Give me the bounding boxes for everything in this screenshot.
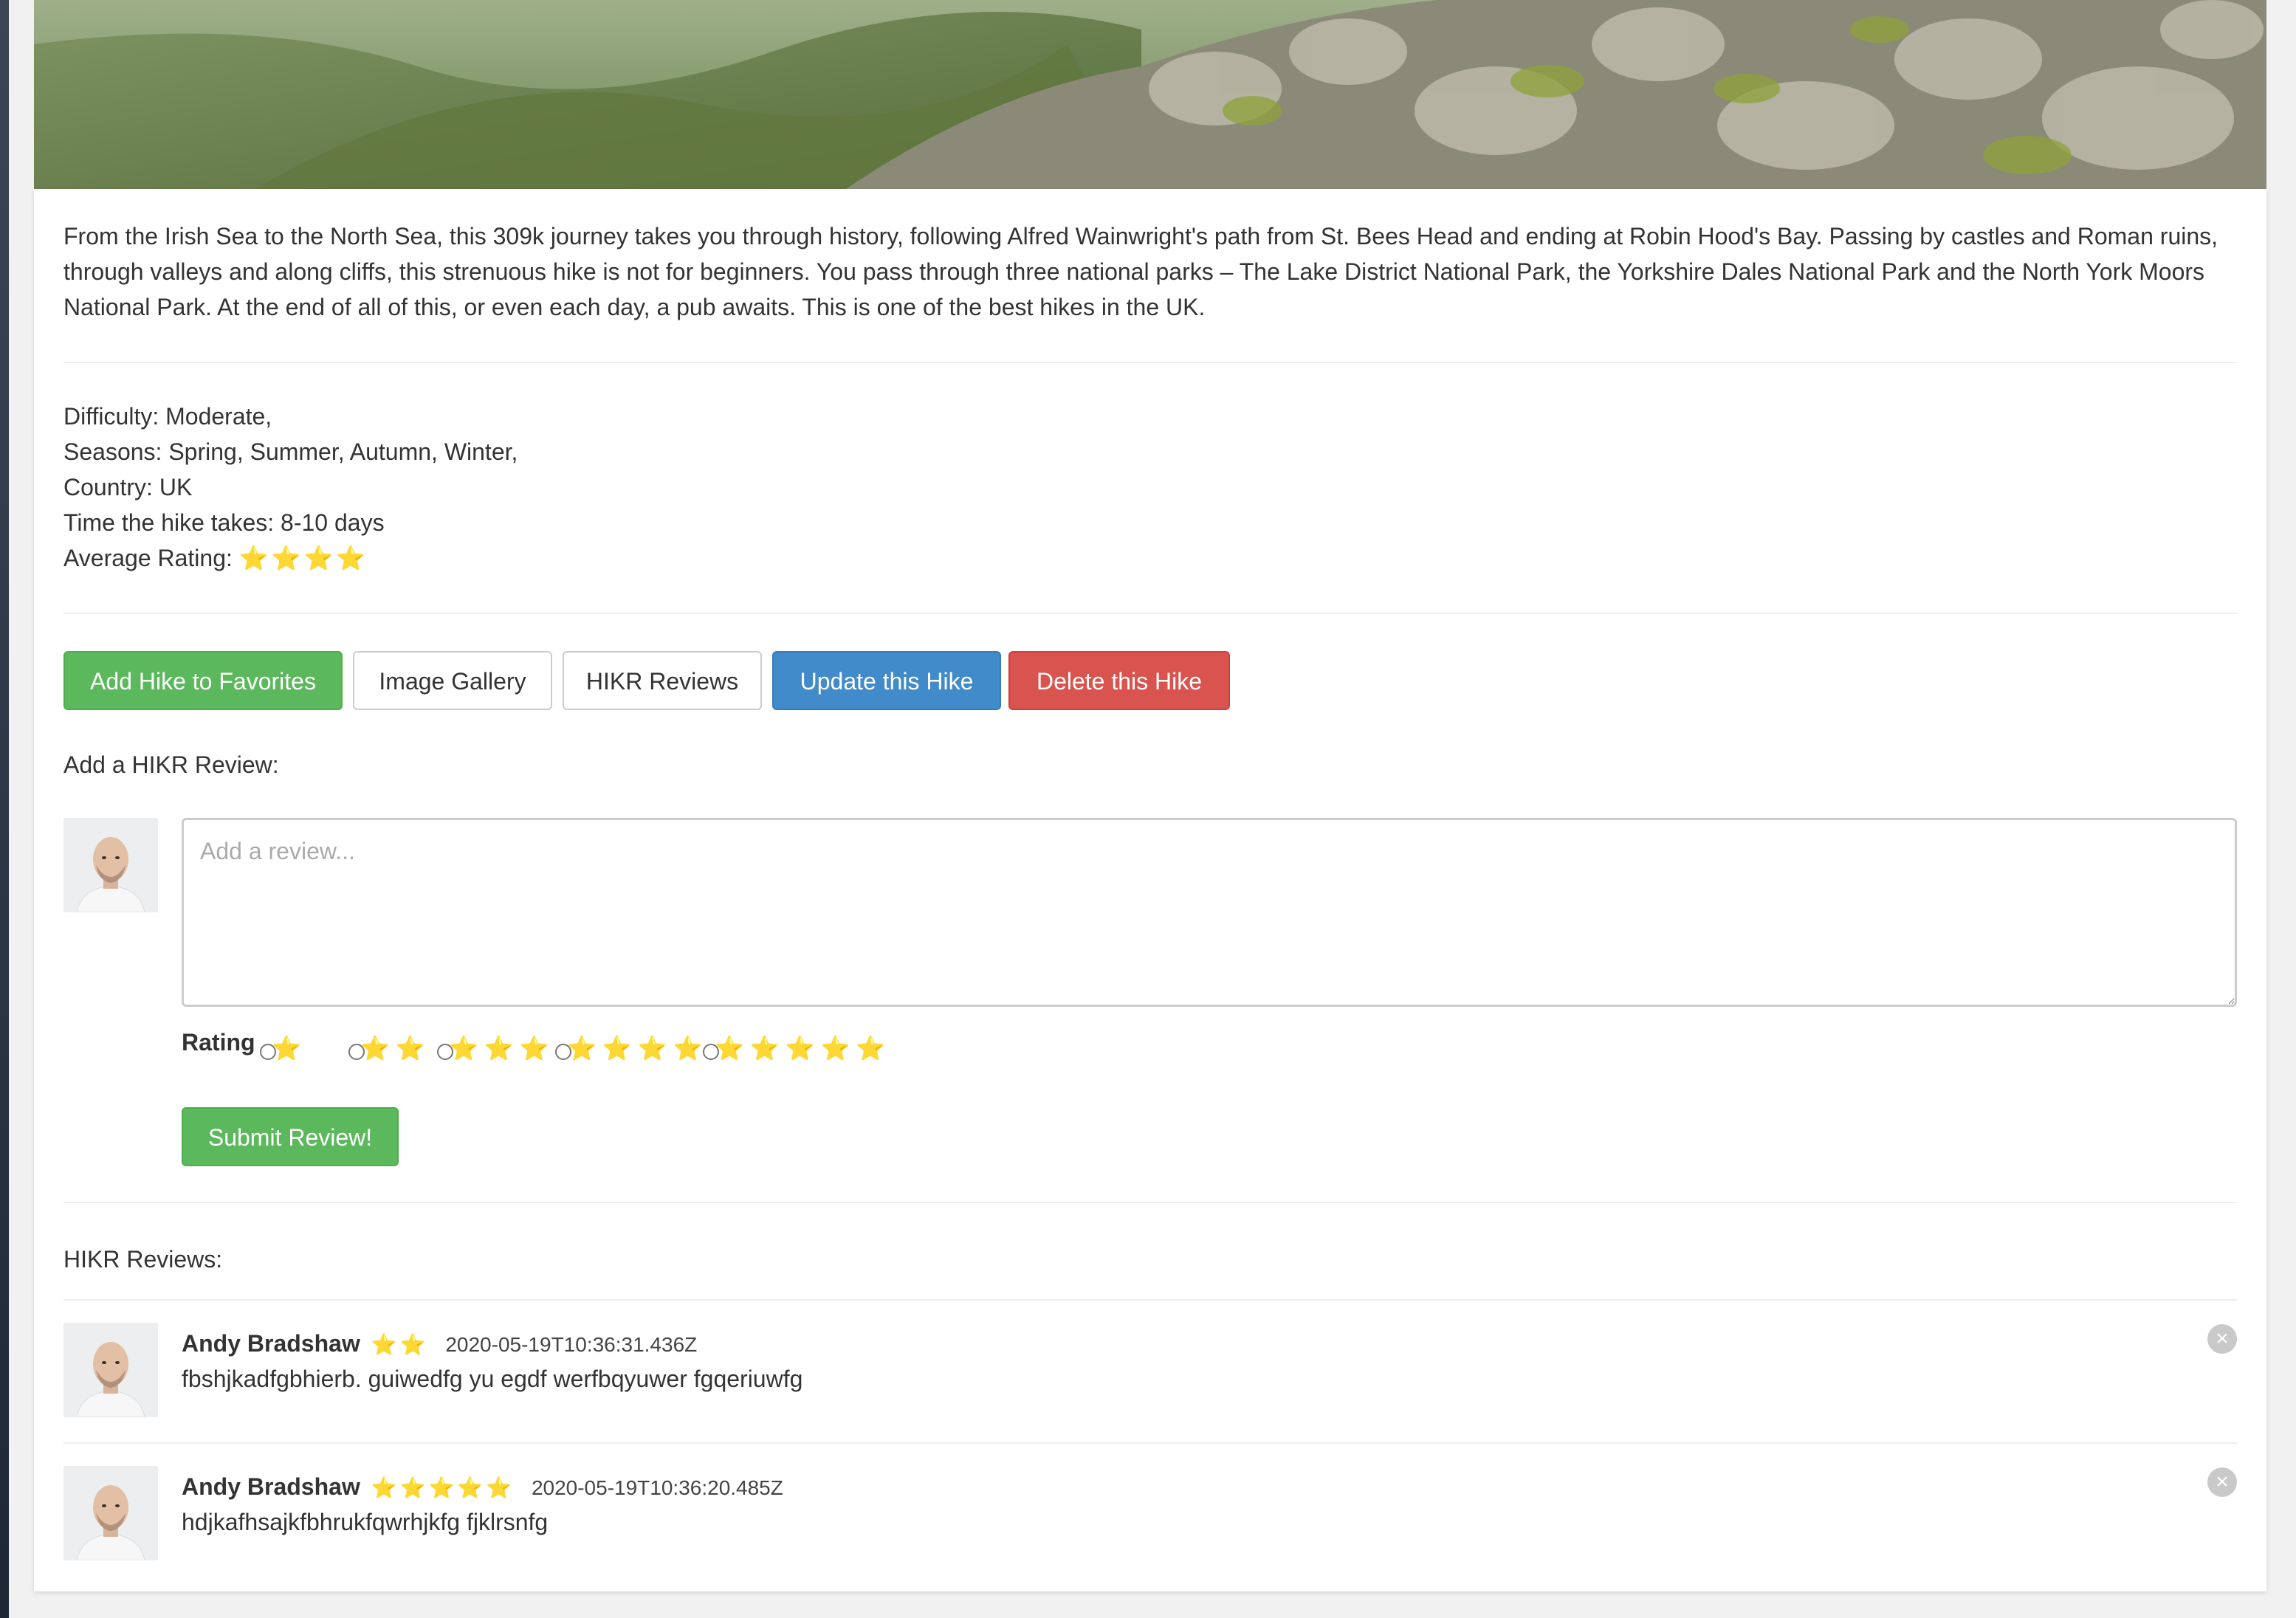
submit-review-button[interactable]: Submit Review! bbox=[182, 1107, 399, 1166]
review-textarea[interactable] bbox=[182, 818, 2237, 1007]
review-stars: ⭐⭐ bbox=[371, 1333, 429, 1356]
review-text: fbshjkadfgbhierb. guiwedfg yu egdf werfb… bbox=[182, 1366, 803, 1392]
avatar bbox=[63, 818, 158, 912]
rating-option-5-stars: ⭐⭐⭐⭐⭐ bbox=[715, 1035, 892, 1061]
review-author: Andy Bradshaw bbox=[182, 1473, 360, 1500]
average-rating-stars: ⭐⭐⭐⭐ bbox=[238, 545, 369, 571]
hike-details: Difficulty: Moderate, Seasons: Spring, S… bbox=[63, 399, 2237, 576]
add-to-favorites-button[interactable]: Add Hike to Favorites bbox=[63, 651, 343, 710]
review-header: Andy Bradshaw ⭐⭐⭐⭐⭐ 2020-05-19T10:36:20.… bbox=[182, 1472, 783, 1503]
rating-option-2-stars: ⭐⭐ bbox=[360, 1035, 431, 1061]
rating-option-4-stars: ⭐⭐⭐⭐ bbox=[567, 1035, 709, 1061]
rating-option-3-stars: ⭐⭐⭐ bbox=[449, 1035, 555, 1061]
divider bbox=[63, 613, 2237, 614]
window-edge bbox=[0, 0, 9, 1618]
average-rating-label: Average Rating: bbox=[63, 545, 233, 571]
difficulty-text: Difficulty: Moderate, bbox=[63, 403, 272, 430]
review-header: Andy Bradshaw ⭐⭐ 2020-05-19T10:36:31.436… bbox=[182, 1329, 697, 1360]
delete-review-close-icon[interactable]: × bbox=[2207, 1467, 2237, 1497]
review-date: 2020-05-19T10:36:31.436Z bbox=[445, 1333, 698, 1356]
review-item: Andy Bradshaw ⭐⭐ 2020-05-19T10:36:31.436… bbox=[63, 1299, 2237, 1442]
review-date: 2020-05-19T10:36:20.485Z bbox=[531, 1476, 783, 1499]
divider bbox=[63, 362, 2237, 363]
avatar bbox=[63, 1323, 158, 1417]
hike-detail-card: From the Irish Sea to the North Sea, thi… bbox=[34, 189, 2266, 1591]
review-stars: ⭐⭐⭐⭐⭐ bbox=[371, 1476, 515, 1499]
seasons-text: Seasons: Spring, Summer, Autumn, Winter, bbox=[63, 438, 518, 465]
average-rating: Average Rating: ⭐⭐⭐⭐ bbox=[63, 540, 2237, 576]
delete-hike-button[interactable]: Delete this Hike bbox=[1008, 651, 1230, 710]
hike-description: From the Irish Sea to the North Sea, thi… bbox=[63, 223, 2218, 320]
country-text: Country: UK bbox=[63, 474, 193, 500]
review-item: Andy Bradshaw ⭐⭐⭐⭐⭐ 2020-05-19T10:36:20.… bbox=[63, 1442, 2237, 1586]
review-text: hdjkafhsajkfbhrukfqwrhjkfg fjklrsnfg bbox=[182, 1509, 549, 1535]
duration-text: Time the hike takes: 8-10 days bbox=[63, 509, 385, 536]
divider bbox=[63, 1202, 2237, 1203]
review-author: Andy Bradshaw bbox=[182, 1330, 360, 1357]
delete-review-close-icon[interactable]: × bbox=[2207, 1324, 2237, 1354]
rating-label: Rating bbox=[182, 1029, 255, 1056]
image-gallery-button[interactable]: Image Gallery bbox=[353, 651, 552, 710]
hike-hero-image bbox=[34, 0, 2266, 189]
reviews-heading: HIKR Reviews: bbox=[63, 1246, 223, 1273]
rating-option-1-stars: ⭐ bbox=[272, 1035, 307, 1061]
add-review-heading: Add a HIKR Review: bbox=[63, 751, 279, 778]
avatar bbox=[63, 1466, 158, 1560]
update-hike-button[interactable]: Update this Hike bbox=[772, 651, 1001, 710]
hikr-reviews-button[interactable]: HIKR Reviews bbox=[563, 651, 762, 710]
